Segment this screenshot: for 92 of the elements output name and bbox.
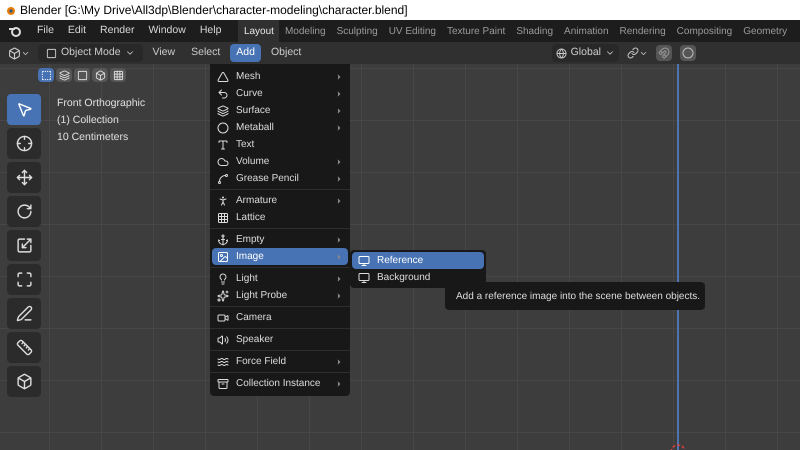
tool-button[interactable] xyxy=(7,162,41,193)
menu-item[interactable]: Lattice xyxy=(212,209,348,226)
menu-item[interactable]: Text xyxy=(212,136,348,153)
rotate-icon xyxy=(16,203,32,220)
scale-icon xyxy=(16,237,32,254)
camera-icon xyxy=(217,312,229,324)
link-icon xyxy=(627,47,639,59)
workspace-tab[interactable]: Modeling xyxy=(279,20,332,42)
snap-button[interactable] xyxy=(656,45,672,61)
select-mode-button[interactable] xyxy=(56,68,72,82)
workspace-tab[interactable]: Shading xyxy=(510,20,559,42)
lightbulb-icon xyxy=(217,272,229,284)
tool-button[interactable] xyxy=(7,128,41,159)
stacked-squares-icon xyxy=(58,70,70,80)
3d-cursor-icon xyxy=(670,444,686,450)
cube-icon xyxy=(94,70,106,80)
grid-icon xyxy=(112,70,124,80)
tooltip: Add a reference image into the scene between objects. xyxy=(445,282,705,310)
pen-icon xyxy=(16,305,32,322)
speaker-icon xyxy=(217,334,229,346)
menu-item[interactable]: Light Probe xyxy=(212,287,348,304)
stroke-icon xyxy=(217,172,229,184)
menu-item[interactable]: Volume xyxy=(212,153,348,170)
menu-item[interactable]: Help xyxy=(192,23,228,39)
magnet-icon xyxy=(658,47,670,59)
menu-item[interactable]: Reference xyxy=(352,252,484,269)
workspace-tab[interactable]: Animation xyxy=(558,20,614,42)
tool-button[interactable] xyxy=(7,332,41,363)
proportional-button[interactable] xyxy=(680,45,696,61)
tool-button[interactable] xyxy=(7,94,41,125)
tool-button[interactable] xyxy=(7,298,41,329)
square-icon xyxy=(46,48,57,58)
cloud-icon xyxy=(217,156,229,168)
menu-item[interactable]: Curve xyxy=(212,85,348,102)
workspace-tab[interactable]: Texture Paint xyxy=(441,20,511,42)
menu-item[interactable]: Surface xyxy=(212,102,348,119)
menu-item[interactable]: Grease Pencil xyxy=(212,170,348,187)
header-menu[interactable]: Object xyxy=(264,44,308,62)
menu-item[interactable]: File xyxy=(30,23,61,39)
menu-item[interactable]: Speaker xyxy=(212,331,348,348)
lattice-icon xyxy=(217,212,229,224)
tool-button[interactable] xyxy=(7,264,41,295)
menu-item[interactable]: Metaball xyxy=(212,119,348,136)
menu-item[interactable]: Armature xyxy=(212,192,348,209)
triangle-icon xyxy=(217,70,229,82)
mode-dropdown[interactable]: Object Mode xyxy=(38,44,143,62)
select-mode-button[interactable] xyxy=(74,68,90,82)
menu-item[interactable]: Camera xyxy=(212,309,348,326)
figure-icon xyxy=(217,194,229,206)
menu-item[interactable]: Mesh xyxy=(212,68,348,85)
workspace-tab[interactable]: Geometry xyxy=(738,20,793,42)
viewport-info-text: (1) Collection xyxy=(57,112,120,128)
select-mode-button[interactable] xyxy=(92,68,108,82)
tool-button[interactable] xyxy=(7,196,41,227)
menu-item[interactable]: Window xyxy=(141,23,193,39)
menu-item[interactable]: Empty xyxy=(212,231,348,248)
tool-button[interactable] xyxy=(7,366,41,397)
square-icon xyxy=(76,70,88,80)
workspace-tab[interactable]: Layout xyxy=(238,20,280,42)
cube-icon xyxy=(8,46,21,60)
crosshair-icon xyxy=(16,135,32,152)
ruler-icon xyxy=(16,339,32,356)
image-icon xyxy=(217,250,229,262)
dashed-square-icon xyxy=(40,70,52,80)
header-menu[interactable]: View xyxy=(146,44,182,62)
select-mode-button[interactable] xyxy=(38,68,54,82)
menu-item[interactable]: Light xyxy=(212,270,348,287)
move-arrows-icon xyxy=(16,169,32,186)
select-box-icon xyxy=(16,101,32,118)
header-menu[interactable]: Add xyxy=(230,44,261,62)
viewport-info-text: 10 Centimeters xyxy=(57,130,130,144)
pivot-button[interactable] xyxy=(627,47,648,59)
app-logo-icon xyxy=(8,25,22,37)
select-mode-button[interactable] xyxy=(110,68,126,82)
header-menu[interactable]: Select xyxy=(185,44,226,62)
orientation-dropdown[interactable]: Global xyxy=(552,44,619,62)
workspace-tab[interactable]: Sculpting xyxy=(331,20,384,42)
menu-item[interactable]: Image xyxy=(212,248,348,265)
letter-icon xyxy=(217,138,229,150)
workspace-tab[interactable]: Compositing xyxy=(671,20,738,42)
waves-icon xyxy=(217,356,229,368)
menu-item[interactable]: Force Field xyxy=(212,353,348,370)
menu-item[interactable]: Edit xyxy=(60,23,94,39)
workspace-tab[interactable]: Rendering xyxy=(614,20,672,42)
transform-icon xyxy=(16,271,32,288)
workspace-tab[interactable]: UV Editing xyxy=(383,20,442,42)
viewport-info-text: Front Orthographic xyxy=(57,96,146,111)
tool-button[interactable] xyxy=(7,230,41,261)
menu-item[interactable]: Collection Instance xyxy=(212,375,348,392)
window-title: Blender [G:\My Drive\All3dp\Blender\character-modeling\character.blend] xyxy=(20,2,408,19)
menu-item[interactable]: Render xyxy=(93,23,142,39)
app-logo-icon xyxy=(4,4,16,16)
